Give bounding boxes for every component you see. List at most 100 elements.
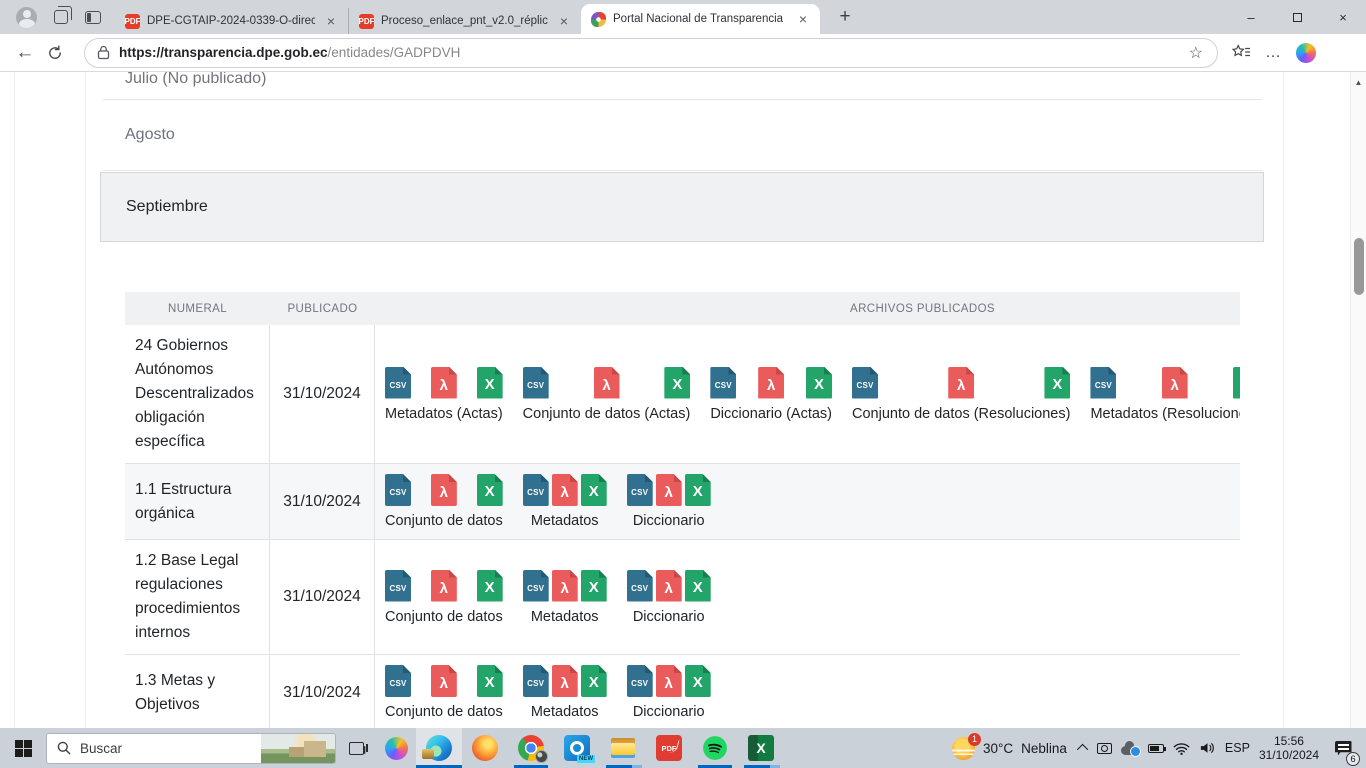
battery-icon[interactable] (1148, 744, 1164, 753)
csv-file-icon[interactable]: CSV (523, 367, 549, 399)
excel-file-icon[interactable]: X (477, 665, 503, 697)
excel-file-icon[interactable]: X (806, 367, 832, 399)
excel-file-icon[interactable]: X (1044, 367, 1070, 399)
copilot-icon[interactable] (1296, 43, 1316, 63)
browser-tab[interactable]: PDF Proceso_enlace_pnt_v2.0_réplica_ × (348, 8, 581, 34)
csv-file-icon[interactable]: CSV (627, 570, 653, 602)
taskbar-file-explorer-button[interactable] (600, 728, 646, 768)
taskbar-chrome-button[interactable] (508, 728, 554, 768)
minimize-button[interactable]: – (1228, 0, 1274, 34)
accordion-septiembre[interactable]: Septiembre (100, 172, 1264, 242)
refresh-button[interactable] (40, 38, 70, 68)
taskbar-excel-button[interactable]: X (738, 728, 784, 768)
taskbar-spotify-button[interactable] (692, 728, 738, 768)
browser-tab-active[interactable]: Portal Nacional de Transparencia × (581, 4, 820, 34)
csv-file-icon[interactable]: CSV (523, 570, 549, 602)
weather-widget[interactable]: 1 30°C Neblina (952, 737, 1067, 760)
wifi-icon[interactable] (1173, 742, 1190, 755)
excel-file-icon[interactable]: X (477, 367, 503, 399)
csv-file-icon[interactable]: CSV (627, 474, 653, 506)
file-group-label: Diccionario (627, 609, 711, 625)
csv-file-icon[interactable]: CSV (852, 367, 878, 399)
page-scrollbar[interactable]: ▲ (1350, 72, 1366, 728)
search-daily-image[interactable] (261, 734, 335, 763)
pdf-file-icon[interactable]: λ (431, 665, 457, 697)
file-group: CSV λ X Metadatos (523, 570, 607, 625)
onedrive-icon[interactable] (1121, 746, 1139, 755)
accordion-julio[interactable]: Julio (No publicado) (103, 72, 1262, 100)
csv-file-icon[interactable]: CSV (710, 367, 736, 399)
url-path: /entidades/GADPDVH (328, 45, 461, 60)
volume-icon[interactable] (1199, 741, 1216, 755)
restore-button[interactable] (1274, 0, 1320, 34)
pdf-file-icon[interactable]: λ (948, 367, 974, 399)
taskbar-firefox-button[interactable] (462, 728, 508, 768)
csv-file-icon[interactable]: CSV (523, 474, 549, 506)
tab-actions-icon[interactable] (85, 11, 101, 24)
file-icons: CSV λ X (385, 474, 503, 506)
pdf-file-icon[interactable]: λ (1162, 367, 1188, 399)
excel-file-icon[interactable]: X (581, 570, 607, 602)
close-tab-icon[interactable]: × (555, 12, 573, 30)
csv-file-icon[interactable]: CSV (523, 665, 549, 697)
taskbar-edge-button[interactable] (416, 728, 462, 768)
system-tray: 1 30°C Neblina ESP 15:56 31/10/2024 6 (952, 728, 1366, 768)
pdf-file-icon[interactable]: λ (656, 665, 682, 697)
excel-file-icon[interactable]: X (685, 665, 711, 697)
scrollbar-thumb[interactable] (1354, 238, 1364, 295)
excel-file-icon[interactable]: X (581, 665, 607, 697)
workspaces-icon[interactable] (54, 10, 68, 24)
close-tab-icon[interactable]: × (322, 12, 340, 30)
scroll-up-icon[interactable]: ▲ (1351, 78, 1366, 87)
pdf-file-icon[interactable]: λ (656, 570, 682, 602)
csv-file-icon[interactable]: CSV (385, 474, 411, 506)
restore-icon (1293, 13, 1302, 22)
excel-file-icon[interactable]: X (581, 474, 607, 506)
new-tab-button[interactable]: + (832, 4, 858, 30)
pdf-file-icon[interactable]: λ (594, 367, 620, 399)
browser-tab[interactable]: PDF DPE-CGTAIP-2024-0339-O-directri × (115, 8, 348, 34)
excel-file-icon[interactable]: X (477, 474, 503, 506)
taskbar-search-input[interactable]: Buscar (46, 733, 336, 764)
pdf-file-icon[interactable]: λ (552, 665, 578, 697)
pdf-file-icon[interactable]: λ (552, 474, 578, 506)
excel-file-icon[interactable]: X (685, 474, 711, 506)
pdf-file-icon[interactable]: λ (758, 367, 784, 399)
cast-display-icon[interactable] (1097, 743, 1112, 754)
excel-file-icon[interactable]: X (477, 570, 503, 602)
excel-file-icon[interactable]: X (664, 367, 690, 399)
excel-file-icon[interactable]: X (685, 570, 711, 602)
tray-expand-chevron-icon[interactable] (1077, 744, 1088, 755)
csv-file-icon[interactable]: CSV (385, 665, 411, 697)
close-button[interactable]: × (1320, 0, 1366, 34)
pdf-file-icon[interactable]: λ (656, 474, 682, 506)
favorites-list-icon[interactable] (1232, 44, 1251, 61)
taskbar-pdf-app-button[interactable]: PDF (646, 728, 692, 768)
settings-menu-icon[interactable]: … (1265, 44, 1282, 62)
pdf-file-icon[interactable]: λ (431, 367, 457, 399)
excel-file-icon[interactable]: X (1233, 367, 1240, 399)
csv-file-icon[interactable]: CSV (1090, 367, 1116, 399)
table-row: 1.2 Base Legal regulaciones procedimient… (125, 540, 1240, 655)
csv-file-icon[interactable]: CSV (385, 367, 411, 399)
close-tab-icon[interactable]: × (794, 10, 812, 28)
language-indicator[interactable]: ESP (1225, 741, 1250, 755)
accordion-label: Julio (No publicado) (125, 72, 266, 88)
accordion-agosto[interactable]: Agosto (103, 100, 1262, 171)
pdf-file-icon[interactable]: λ (431, 570, 457, 602)
start-button[interactable] (0, 728, 46, 768)
taskbar-outlook-button[interactable]: NEW (554, 728, 600, 768)
file-icons: CSV λ X (385, 570, 503, 602)
taskbar-copilot-button[interactable] (376, 728, 416, 768)
csv-file-icon[interactable]: CSV (627, 665, 653, 697)
profile-avatar-icon[interactable] (16, 7, 37, 28)
address-bar[interactable]: https://transparencia.dpe.gob.ec/entidad… (84, 38, 1218, 68)
pdf-file-icon[interactable]: λ (431, 474, 457, 506)
csv-file-icon[interactable]: CSV (385, 570, 411, 602)
pdf-file-icon[interactable]: λ (552, 570, 578, 602)
bookmark-star-icon[interactable]: ☆ (1185, 43, 1207, 63)
clock-widget[interactable]: 15:56 31/10/2024 (1259, 734, 1319, 762)
task-view-button[interactable] (336, 728, 376, 768)
back-button[interactable]: ← (10, 38, 40, 68)
notification-center-button[interactable]: 6 (1328, 728, 1358, 768)
